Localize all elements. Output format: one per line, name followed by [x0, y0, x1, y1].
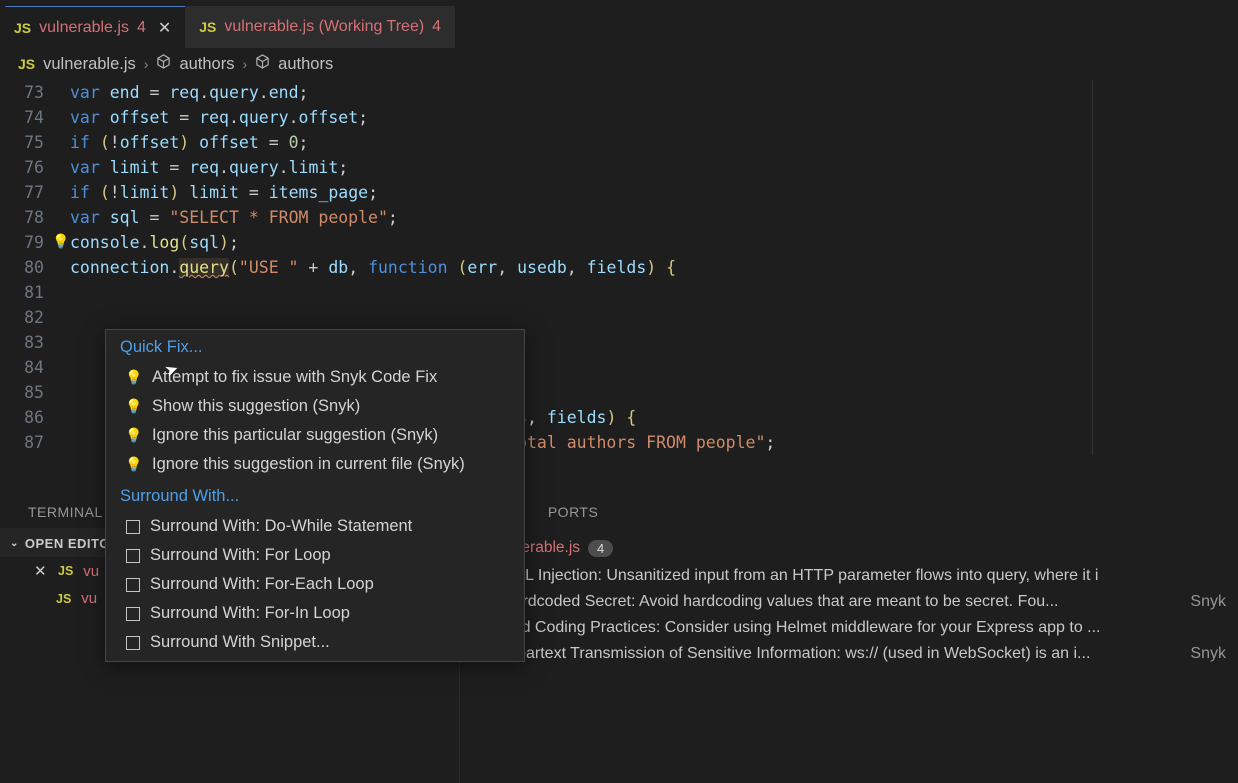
tab-bar: JS vulnerable.js 4 ✕ JS vulnerable.js (W…	[0, 0, 1238, 48]
tab-filename: vulnerable.js	[39, 19, 129, 37]
problem-text: Hardcoded Secret: Avoid hardcoding value…	[502, 593, 1058, 611]
js-icon: JS	[14, 20, 31, 36]
surround-for[interactable]: Surround With: For Loop	[106, 541, 524, 570]
quickfix-label: Attempt to fix issue with Snyk Code Fix	[152, 368, 437, 387]
quickfix-label: Show this suggestion (Snyk)	[152, 397, 360, 416]
code-line[interactable]: 💡console.log(sql);	[70, 230, 1238, 255]
panel-right: EMS PORTS ⌄ JS lnerable.js 4 SQL Injecti…	[460, 494, 1238, 783]
problem-text: Bad Coding Practices: Consider using Hel…	[502, 619, 1101, 637]
lightbulb-icon: 💡	[126, 427, 142, 444]
surround-label: Surround With Snippet...	[150, 633, 330, 652]
cube-icon	[255, 54, 270, 74]
problem-item[interactable]: Bad Coding Practices: Consider using Hel…	[460, 615, 1238, 641]
line-number: 85	[0, 380, 44, 405]
problem-text: Cleartext Transmission of Sensitive Info…	[502, 645, 1090, 663]
problem-source: Snyk	[1190, 645, 1226, 663]
snippet-icon	[126, 520, 140, 534]
problem-source: Snyk	[1190, 593, 1226, 611]
line-number: 84	[0, 355, 44, 380]
problems-file-row[interactable]: ⌄ JS lnerable.js 4	[460, 533, 1238, 563]
lightbulb-icon: 💡	[126, 456, 142, 473]
quickfix-ignore-file[interactable]: 💡 Ignore this suggestion in current file…	[106, 450, 524, 479]
line-number: 81	[0, 280, 44, 305]
snippet-icon	[126, 578, 140, 592]
chevron-icon: ›	[242, 56, 247, 72]
gutter: 737475767778798081828384858687	[0, 80, 70, 455]
surround-label: Surround With: For Loop	[150, 546, 331, 565]
line-number: 78	[0, 205, 44, 230]
code-line[interactable]: if (!limit) limit = items_page;	[70, 180, 1238, 205]
surround-foreach[interactable]: Surround With: For-Each Loop	[106, 570, 524, 599]
quickfix-show-suggestion[interactable]: 💡 Show this suggestion (Snyk)	[106, 392, 524, 421]
cube-icon	[156, 54, 171, 74]
line-number: 77	[0, 180, 44, 205]
close-icon[interactable]: ✕	[34, 562, 48, 580]
problem-item[interactable]: SQL Injection: Unsanitized input from an…	[460, 563, 1238, 589]
code-line[interactable]: var sql = "SELECT * FROM people";	[70, 205, 1238, 230]
code-line[interactable]: if (!offset) offset = 0;	[70, 130, 1238, 155]
line-number: 73	[0, 80, 44, 105]
line-number: 80	[0, 255, 44, 280]
surround-label: Surround With: Do-While Statement	[150, 517, 412, 536]
breadcrumb-authors[interactable]: authors	[179, 55, 234, 74]
close-icon[interactable]: ✕	[154, 18, 171, 38]
breadcrumb-authors-2[interactable]: authors	[278, 55, 333, 74]
breadcrumb-file[interactable]: vulnerable.js	[43, 55, 136, 74]
code-line[interactable]: var limit = req.query.limit;	[70, 155, 1238, 180]
snippet-icon	[126, 549, 140, 563]
code-line[interactable]: var end = req.query.end;	[70, 80, 1238, 105]
line-number: 79	[0, 230, 44, 255]
quickfix-header: Quick Fix...	[106, 330, 524, 363]
open-editor-name: vu	[81, 590, 97, 607]
surround-header: Surround With...	[106, 479, 524, 512]
breadcrumb: JS vulnerable.js › authors › authors	[0, 48, 1238, 80]
code-line[interactable]: var offset = req.query.offset;	[70, 105, 1238, 130]
tab-ports[interactable]: PORTS	[548, 504, 598, 525]
code-line[interactable]	[70, 305, 1238, 330]
lightbulb-icon[interactable]: 💡	[52, 230, 69, 255]
chevron-icon: ›	[144, 56, 149, 72]
surround-do-while[interactable]: Surround With: Do-While Statement	[106, 512, 524, 541]
code-line[interactable]	[70, 280, 1238, 305]
line-number: 82	[0, 305, 44, 330]
js-icon: JS	[18, 56, 35, 72]
quickfix-label: Ignore this suggestion in current file (…	[152, 455, 465, 474]
tab-badge: 4	[432, 18, 441, 36]
js-icon: JS	[58, 564, 73, 578]
chevron-down-icon: ⌄	[10, 538, 19, 549]
tab-filename: vulnerable.js (Working Tree)	[224, 18, 424, 36]
problem-item[interactable]: Hardcoded Secret: Avoid hardcoding value…	[460, 589, 1238, 615]
snippet-icon	[126, 636, 140, 650]
line-number: 75	[0, 130, 44, 155]
tab-terminal[interactable]: TERMINAL	[28, 504, 103, 520]
problems-count-badge: 4	[588, 540, 613, 557]
js-icon: JS	[56, 592, 71, 606]
problem-item[interactable]: Cleartext Transmission of Sensitive Info…	[460, 641, 1238, 667]
tab-vulnerable-working-tree[interactable]: JS vulnerable.js (Working Tree) 4	[185, 6, 455, 48]
snippet-icon	[126, 607, 140, 621]
tab-badge: 4	[137, 19, 146, 37]
quickfix-ignore-suggestion[interactable]: 💡 Ignore this particular suggestion (Sny…	[106, 421, 524, 450]
lightbulb-icon: 💡	[126, 398, 142, 415]
panel-tabs-right: EMS PORTS	[460, 494, 1238, 533]
surround-forin[interactable]: Surround With: For-In Loop	[106, 599, 524, 628]
js-icon: JS	[199, 19, 216, 35]
lightbulb-icon: 💡	[126, 369, 142, 386]
line-number: 83	[0, 330, 44, 355]
line-number: 74	[0, 105, 44, 130]
surround-snippet[interactable]: Surround With Snippet...	[106, 628, 524, 657]
problem-text: SQL Injection: Unsanitized input from an…	[502, 567, 1098, 585]
surround-label: Surround With: For-In Loop	[150, 604, 350, 623]
line-number: 87	[0, 430, 44, 455]
line-number: 76	[0, 155, 44, 180]
surround-label: Surround With: For-Each Loop	[150, 575, 374, 594]
code-line[interactable]: connection.query("USE " + db, function (…	[70, 255, 1238, 280]
tab-vulnerable-active[interactable]: JS vulnerable.js 4 ✕	[0, 6, 185, 48]
open-editor-name: vu	[83, 563, 99, 580]
quickfix-label: Ignore this particular suggestion (Snyk)	[152, 426, 438, 445]
line-number: 86	[0, 405, 44, 430]
